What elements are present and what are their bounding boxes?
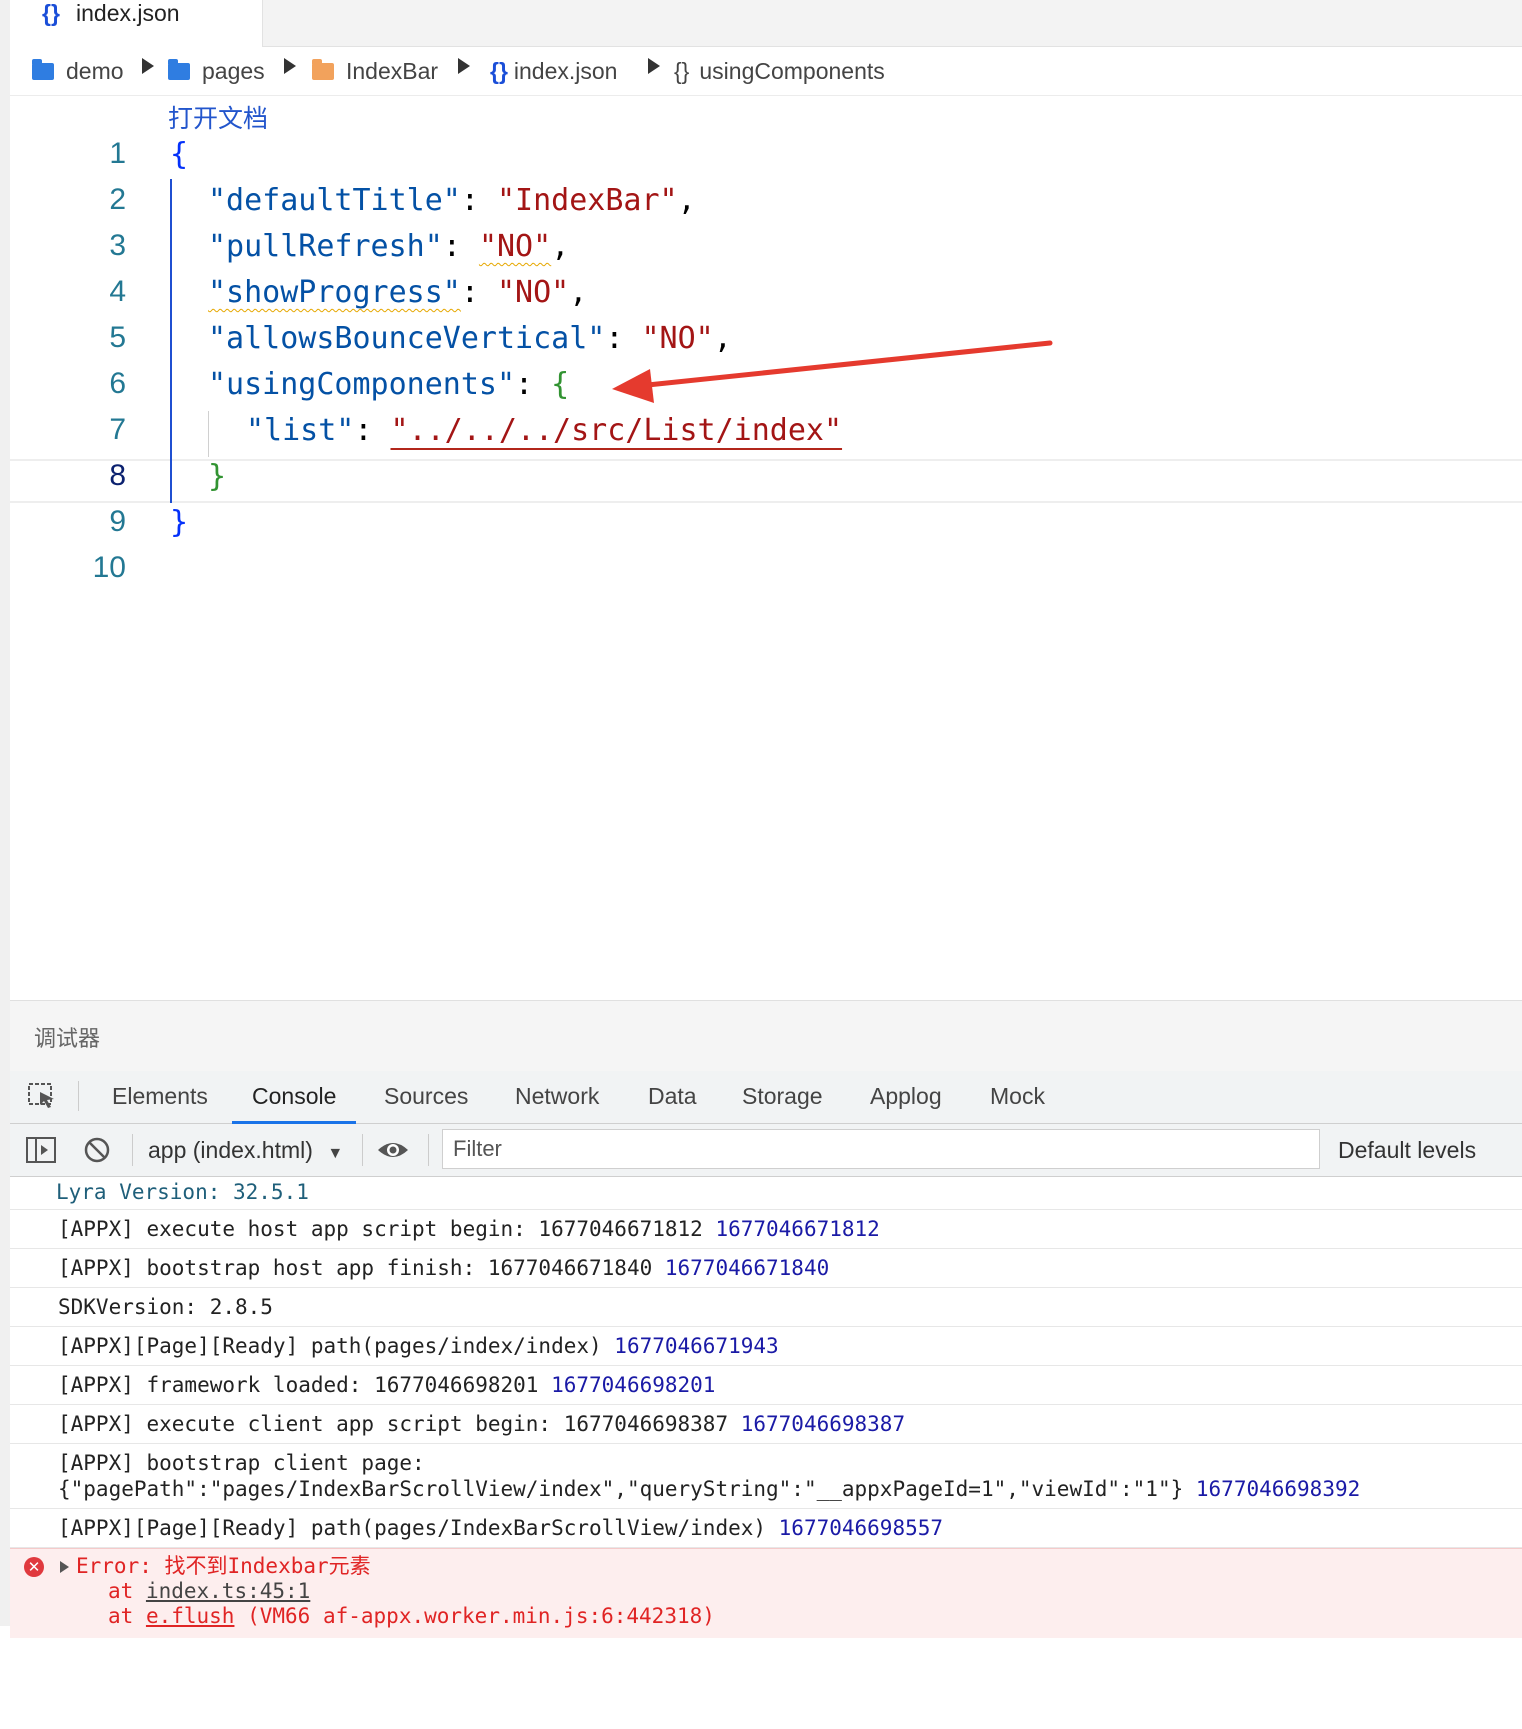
json-file-icon: {} xyxy=(42,0,60,26)
console-output[interactable]: Lyra Version: 32.5.1 [APPX] execute host… xyxy=(10,1177,1522,1638)
sidebar-toggle-icon[interactable] xyxy=(26,1137,56,1163)
tab-applog[interactable]: Applog xyxy=(870,1071,942,1121)
inspect-element-icon[interactable] xyxy=(28,1083,56,1109)
line-number: 10 xyxy=(92,551,126,584)
tab-console[interactable]: Console xyxy=(232,1071,357,1124)
json-file-icon: {} xyxy=(490,58,508,84)
breadcrumb-item-indexbar[interactable]: IndexBar xyxy=(312,56,438,86)
tab-storage[interactable]: Storage xyxy=(742,1071,823,1121)
chevron-right-icon xyxy=(648,58,660,74)
console-message: SDKVersion: 2.8.5 xyxy=(10,1288,1522,1327)
breadcrumb-item-usingcomponents[interactable]: {} usingComponents xyxy=(674,56,885,86)
console-toolbar: app (index.html) ▼ Default levels xyxy=(10,1124,1522,1177)
error-icon: ✕ xyxy=(24,1557,44,1577)
source-link[interactable]: index.ts:45:1 xyxy=(146,1579,310,1603)
console-message: [APPX] bootstrap host app finish: 167704… xyxy=(10,1249,1522,1288)
tab-network[interactable]: Network xyxy=(515,1071,599,1121)
tab-elements[interactable]: Elements xyxy=(112,1071,208,1121)
console-message: [APPX] execute host app script begin: 16… xyxy=(10,1210,1522,1249)
debugger-panel: 调试器 Elements Console Sources Network Dat… xyxy=(0,1000,1522,1638)
chevron-right-icon xyxy=(284,58,296,74)
filter-input[interactable] xyxy=(442,1129,1320,1169)
tab-label: index.json xyxy=(76,0,180,26)
code-line-9[interactable]: } xyxy=(170,505,188,540)
breadcrumb-item-index-json[interactable]: {} index.json xyxy=(490,56,617,86)
dropdown-arrow-icon: ▼ xyxy=(327,1145,344,1162)
line-number: 9 xyxy=(109,505,126,538)
tab-mock[interactable]: Mock xyxy=(990,1071,1045,1121)
divider xyxy=(132,1134,133,1166)
eye-icon[interactable] xyxy=(376,1138,410,1162)
divider xyxy=(428,1134,429,1166)
console-error[interactable]: ✕ Error: 找不到Indexbar元素 at index.ts:45:1 … xyxy=(10,1548,1522,1638)
folder-icon xyxy=(168,59,190,80)
chevron-right-icon xyxy=(458,58,470,74)
divider xyxy=(362,1134,363,1166)
code-area[interactable]: 打开文档 1 2 3 4 5 6 7 8 9 10 { "defaultTitl… xyxy=(10,95,1522,1000)
console-message: [APPX] bootstrap client page: {"pagePath… xyxy=(10,1444,1522,1509)
code-editor[interactable]: {} index.json demo pages IndexBar {} inde… xyxy=(0,0,1522,1000)
devtools-tab-bar: Elements Console Sources Network Data St… xyxy=(10,1071,1522,1124)
context-selector[interactable]: app (index.html) ▼ xyxy=(148,1124,343,1176)
console-message: [APPX] framework loaded: 1677046698201 1… xyxy=(10,1366,1522,1405)
clear-console-icon[interactable] xyxy=(84,1137,110,1163)
breadcrumb: demo pages IndexBar {} index.json {} using… xyxy=(10,47,1522,96)
debugger-title-bar: 调试器 xyxy=(10,1000,1522,1072)
divider xyxy=(78,1081,79,1111)
editor-tab-index-json[interactable]: {} index.json xyxy=(10,0,263,47)
tab-sources[interactable]: Sources xyxy=(384,1071,468,1121)
folder-icon xyxy=(312,59,334,80)
tab-data[interactable]: Data xyxy=(648,1071,697,1121)
expand-triangle-icon[interactable] xyxy=(60,1561,69,1573)
code-line-8[interactable]: } xyxy=(208,459,226,494)
console-message: [APPX][Page][Ready] path(pages/index/ind… xyxy=(10,1327,1522,1366)
folder-icon xyxy=(32,59,54,80)
debugger-title: 调试器 xyxy=(34,1026,101,1051)
console-message: [APPX][Page][Ready] path(pages/IndexBarS… xyxy=(10,1509,1522,1548)
console-message: Lyra Version: 32.5.1 xyxy=(10,1177,1522,1210)
breadcrumb-item-demo[interactable]: demo xyxy=(32,56,124,86)
current-line-highlight xyxy=(10,459,1522,503)
editor-tab-bar: {} index.json xyxy=(10,0,1522,47)
error-message: Error: 找不到Indexbar元素 xyxy=(76,1554,371,1578)
console-message: [APPX] execute client app script begin: … xyxy=(10,1405,1522,1444)
stack-frame: at e.flush (VM66 af-appx.worker.min.js:6… xyxy=(108,1604,715,1628)
object-icon: {} xyxy=(674,58,690,84)
chevron-right-icon xyxy=(142,58,154,74)
stack-frame: at index.ts:45:1 xyxy=(108,1579,311,1603)
annotation-arrow-icon xyxy=(612,340,1053,403)
line-number-active: 8 xyxy=(109,459,126,492)
source-link[interactable]: e.flush xyxy=(146,1604,235,1628)
log-levels-dropdown[interactable]: Default levels xyxy=(1338,1124,1522,1176)
breadcrumb-item-pages[interactable]: pages xyxy=(168,56,265,86)
